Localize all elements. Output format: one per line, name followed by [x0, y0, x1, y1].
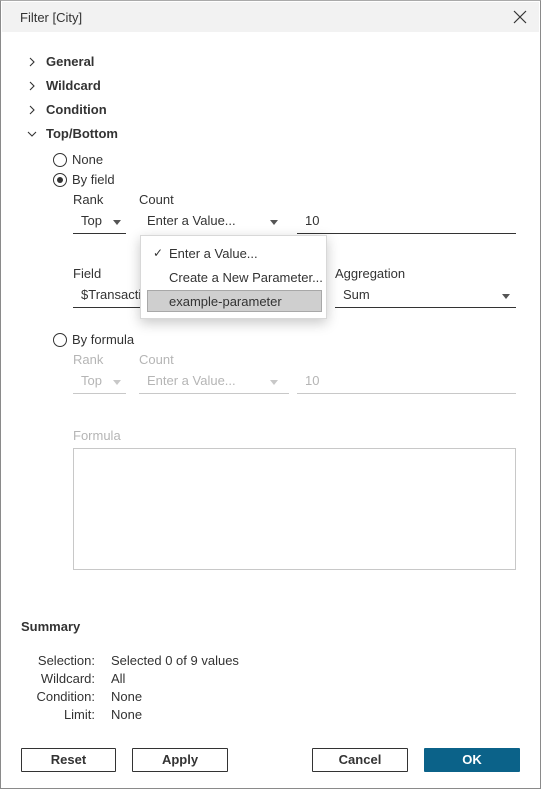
count-number-input[interactable]: 10 [297, 210, 516, 234]
radio-label: By field [72, 172, 115, 187]
close-icon [513, 10, 527, 24]
dropdown-arrow-icon [502, 294, 510, 299]
chevron-right-icon [29, 105, 35, 115]
dropdown-item-enter-value[interactable]: ✓ Enter a Value... [147, 242, 322, 264]
radio-label: None [72, 152, 104, 167]
dropdown-item-label: Enter a Value... [169, 246, 258, 261]
formula-rank-select: Top [73, 370, 126, 394]
summary-value: Selected 0 of 9 values [111, 653, 239, 668]
reset-button[interactable]: Reset [21, 748, 116, 772]
radio-selected-dot [57, 177, 63, 183]
aggregation-select[interactable]: Sum [335, 284, 516, 308]
formula-label: Formula [73, 428, 121, 443]
filter-dialog: Filter [City] General Wildcard Condition… [0, 0, 541, 789]
section-label: Condition [46, 102, 107, 117]
rank-value: Top [81, 213, 102, 228]
ok-button[interactable]: OK [424, 748, 520, 772]
summary-key: Selection: [37, 653, 95, 668]
chevron-right-icon [29, 57, 35, 67]
dropdown-arrow-icon [270, 380, 278, 385]
summary-key: Wildcard: [40, 671, 95, 686]
dropdown-item-label: example-parameter [169, 294, 282, 309]
formula-count-select: Enter a Value... [139, 370, 289, 394]
radio-circle [53, 333, 67, 347]
formula-rank-value: Top [81, 373, 102, 388]
radio-circle [53, 173, 67, 187]
radio-circle [53, 153, 67, 167]
dropdown-arrow-icon [113, 220, 121, 225]
dropdown-item-label: Create a New Parameter... [169, 270, 323, 285]
chevron-down-icon [27, 131, 37, 137]
aggregation-label: Aggregation [335, 266, 406, 281]
close-button[interactable] [513, 10, 527, 24]
count-number-value: 10 [305, 213, 320, 228]
formula-count-value: Enter a Value... [147, 373, 236, 388]
count-dropdown-menu: ✓ Enter a Value... Create a New Paramete… [140, 235, 327, 319]
dialog-title: Filter [City] [20, 10, 83, 25]
dropdown-item-example-parameter[interactable]: example-parameter [147, 290, 322, 312]
dropdown-arrow-icon [270, 220, 278, 225]
formula-count-number-value: 10 [305, 373, 320, 388]
aggregation-value: Sum [343, 287, 370, 302]
dropdown-item-create-parameter[interactable]: Create a New Parameter... [147, 266, 323, 288]
checkmark-icon: ✓ [153, 246, 164, 260]
summary-value: None [111, 707, 143, 722]
section-label: Top/Bottom [46, 126, 118, 141]
section-label: General [46, 54, 95, 69]
summary-title: Summary [21, 619, 81, 634]
section-label: Wildcard [46, 78, 101, 93]
summary-key: Limit: [63, 707, 95, 722]
formula-rank-label: Rank [73, 352, 104, 367]
cancel-button[interactable]: Cancel [312, 748, 408, 772]
summary-value: None [111, 689, 143, 704]
summary-key: Condition: [36, 689, 95, 704]
count-label: Count [139, 192, 174, 207]
chevron-right-icon [29, 81, 35, 91]
formula-count-label: Count [139, 352, 174, 367]
radio-label: By formula [72, 332, 135, 347]
formula-textarea[interactable] [73, 448, 516, 570]
formula-count-number-input: 10 [297, 370, 516, 394]
dropdown-arrow-icon [113, 380, 121, 385]
field-label: Field [73, 266, 102, 281]
rank-label: Rank [73, 192, 104, 207]
title-bar: Filter [City] [2, 2, 539, 32]
summary-value: All [111, 671, 126, 686]
count-select[interactable]: Enter a Value... [139, 210, 289, 234]
apply-button[interactable]: Apply [132, 748, 228, 772]
count-value: Enter a Value... [147, 213, 236, 228]
rank-select[interactable]: Top [73, 210, 126, 234]
